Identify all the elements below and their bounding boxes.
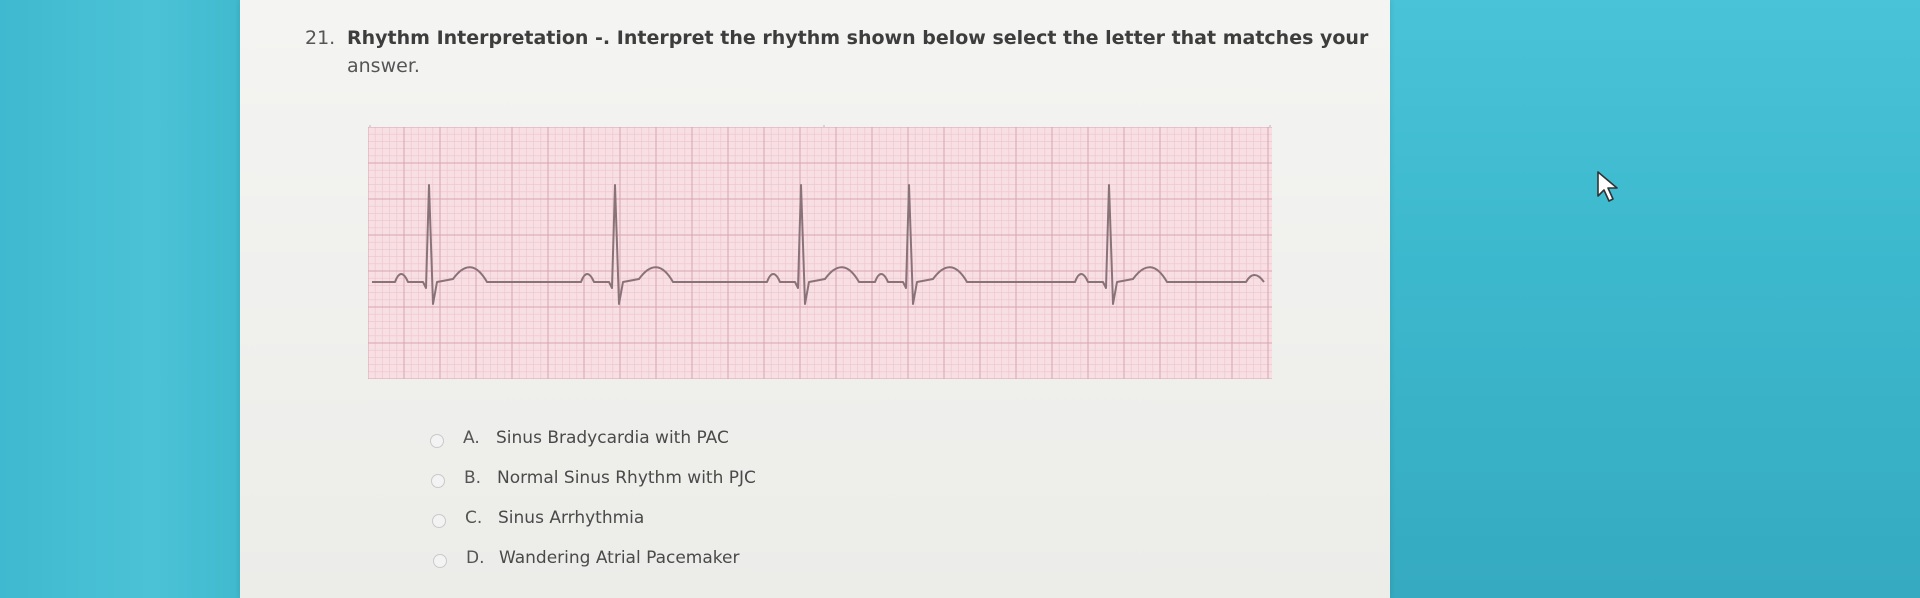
option-d-label: Wandering Atrial Pacemaker [499, 548, 740, 568]
ecg-grid-minor [368, 127, 1272, 379]
option-d-letter: D. [466, 548, 485, 568]
option-c-letter: C. [465, 508, 483, 528]
option-c-label: Sinus Arrhythmia [498, 508, 645, 528]
question-text: Rhythm Interpretation -. Interpret the r… [347, 27, 1369, 49]
option-d-radio[interactable] [433, 554, 447, 568]
option-c-radio[interactable] [432, 514, 446, 528]
ecg-grid-major [368, 127, 1272, 379]
ecg-trace [372, 184, 1265, 305]
option-a-radio[interactable] [430, 434, 444, 448]
question-text-continued: answer. [347, 55, 420, 77]
option-b-radio[interactable] [431, 474, 445, 488]
option-a-letter: A. [463, 428, 480, 448]
option-a-label: Sinus Bradycardia with PAC [496, 428, 729, 448]
background-right [1390, 0, 1920, 598]
ecg-rhythm-strip [368, 127, 1272, 379]
question-number: 21. [305, 27, 336, 49]
option-b-label: Normal Sinus Rhythm with PJC [497, 468, 756, 488]
mouse-pointer-icon [1597, 171, 1618, 202]
option-b-letter: B. [464, 468, 482, 488]
